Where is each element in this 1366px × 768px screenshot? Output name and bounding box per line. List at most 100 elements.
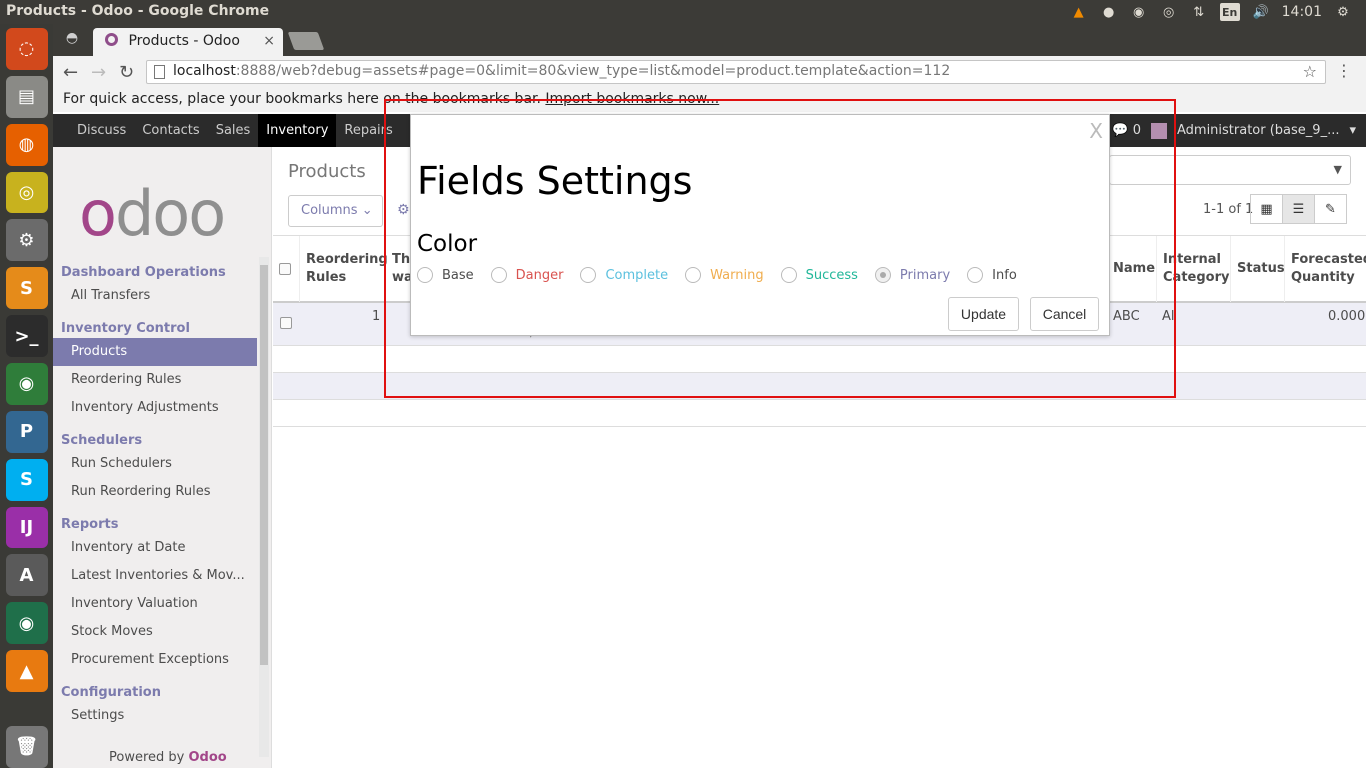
color-option-warning[interactable]: Warning bbox=[685, 267, 764, 283]
browser-tab[interactable]: Products - Odoo × bbox=[93, 28, 283, 56]
user-menu[interactable]: Administrator (base_9_... bbox=[1177, 123, 1339, 138]
select-all-checkbox[interactable] bbox=[279, 263, 291, 275]
ubuntu-dash-icon[interactable]: ◌ bbox=[5, 28, 48, 70]
row-checkbox[interactable] bbox=[280, 317, 292, 329]
list-view-button[interactable]: ☰ bbox=[1282, 194, 1315, 224]
info-tray-icon[interactable]: ● bbox=[1100, 3, 1118, 21]
app-menu-item-discuss[interactable]: Discuss bbox=[69, 114, 134, 147]
column-internal-category[interactable]: Internal Category bbox=[1156, 236, 1230, 302]
intellij-icon[interactable]: IJ bbox=[5, 506, 48, 549]
radio-label: Primary bbox=[899, 267, 951, 283]
chrome-tray-icon[interactable]: ◎ bbox=[1160, 3, 1178, 21]
new-tab-button[interactable] bbox=[287, 32, 325, 50]
column-status[interactable]: Status bbox=[1230, 236, 1285, 302]
column-reordering-rules[interactable]: Reordering Rules bbox=[299, 236, 388, 302]
cancel-button[interactable]: Cancel bbox=[1030, 297, 1099, 331]
settings-icon[interactable]: ⚙ bbox=[5, 219, 48, 262]
radio-button[interactable] bbox=[967, 267, 984, 283]
sidebar-item[interactable]: Inventory at Date bbox=[53, 534, 257, 562]
sidebar-item[interactable]: All Transfers bbox=[53, 282, 257, 310]
network-icon[interactable]: ◉ bbox=[5, 363, 48, 405]
sublime-icon[interactable]: S bbox=[5, 267, 48, 310]
radio-button[interactable] bbox=[685, 267, 702, 283]
user-avatar[interactable] bbox=[1150, 122, 1167, 139]
chevron-down-icon: ⌄ bbox=[361, 203, 373, 218]
app-menu-item-repairs[interactable]: Repairs bbox=[336, 114, 400, 147]
sidebar-section-title[interactable]: Reports bbox=[53, 516, 257, 534]
radio-button[interactable] bbox=[580, 267, 597, 283]
form-view-button[interactable]: ✎ bbox=[1314, 194, 1347, 224]
files-icon[interactable]: ▤ bbox=[5, 75, 48, 118]
powered-brand[interactable]: Odoo bbox=[189, 750, 227, 765]
color-option-info[interactable]: Info bbox=[967, 267, 1017, 283]
software-center-icon[interactable]: A bbox=[5, 554, 48, 597]
transfer-arrows-icon[interactable]: ⇅ bbox=[1190, 3, 1208, 21]
color-option-primary[interactable]: Primary bbox=[874, 267, 951, 283]
back-arrow-icon[interactable]: ← bbox=[63, 62, 78, 83]
radio-button[interactable] bbox=[874, 267, 891, 283]
radio-button[interactable] bbox=[780, 267, 797, 283]
sidebar-item[interactable]: Run Reordering Rules bbox=[53, 478, 257, 506]
app-menu-item-sales[interactable]: Sales bbox=[208, 114, 259, 147]
color-option-success[interactable]: Success bbox=[780, 267, 858, 283]
sidebar-section-title[interactable]: Schedulers bbox=[53, 432, 257, 450]
update-button[interactable]: Update bbox=[948, 297, 1019, 331]
sidebar-scrollbar[interactable] bbox=[259, 257, 269, 757]
color-option-complete[interactable]: Complete bbox=[580, 267, 668, 283]
skype-icon[interactable]: S bbox=[5, 458, 48, 501]
column-forecasted-quantity[interactable]: Forecasted Quantity bbox=[1284, 236, 1366, 302]
sidebar-item[interactable]: Inventory Valuation bbox=[53, 590, 257, 618]
chrome-menu-icon[interactable]: ⋮ bbox=[1336, 61, 1352, 80]
tab-close-icon[interactable]: × bbox=[263, 33, 275, 49]
radio-button[interactable] bbox=[490, 267, 507, 283]
gear-icon[interactable]: ⚙ bbox=[397, 202, 410, 218]
columns-button[interactable]: Columns ⌄ bbox=[288, 195, 383, 227]
kanban-view-button[interactable]: ▦ bbox=[1250, 194, 1283, 224]
odoo-logo[interactable]: odoo bbox=[79, 177, 226, 250]
column-name[interactable]: Name bbox=[1106, 236, 1156, 302]
app-menu-item-inventory[interactable]: Inventory bbox=[258, 114, 337, 147]
sidebar-item[interactable]: Latest Inventories & Mov... bbox=[53, 562, 257, 590]
keyboard-layout-indicator[interactable]: En bbox=[1219, 3, 1240, 21]
color-option-danger[interactable]: Danger bbox=[490, 267, 563, 283]
import-bookmarks-link[interactable]: Import bookmarks now... bbox=[545, 91, 719, 107]
color-option-base[interactable]: Base bbox=[417, 267, 474, 283]
sidebar-item[interactable]: Stock Moves bbox=[53, 618, 257, 646]
sidebar-item[interactable]: Settings bbox=[53, 702, 257, 730]
page-title[interactable]: Products bbox=[288, 161, 366, 182]
volume-icon[interactable]: 🔊 bbox=[1252, 3, 1270, 21]
sidebar-section-title[interactable]: Dashboard Operations bbox=[53, 264, 257, 282]
search-input[interactable]: ▼ bbox=[1109, 155, 1351, 185]
sidebar-item[interactable]: Reordering Rules bbox=[53, 366, 257, 394]
trash-icon[interactable]: 🗑 bbox=[5, 726, 48, 768]
bookmark-star-icon[interactable]: ☆ bbox=[1303, 62, 1317, 81]
firefox-icon[interactable]: ◍ bbox=[5, 123, 48, 166]
reload-icon[interactable]: ↻ bbox=[119, 62, 134, 83]
vlc-tray-icon[interactable]: ▲ bbox=[1070, 3, 1088, 21]
clock[interactable]: 14:01 bbox=[1282, 4, 1322, 20]
search-dropdown-icon[interactable]: ▼ bbox=[1334, 163, 1342, 176]
sidebar-item[interactable]: Products bbox=[53, 338, 257, 366]
close-icon[interactable]: X bbox=[1089, 119, 1103, 143]
user-caret-icon[interactable]: ▾ bbox=[1349, 123, 1356, 138]
terminal-icon[interactable]: >_ bbox=[5, 315, 48, 358]
sidebar-section-title[interactable]: Configuration bbox=[53, 684, 257, 702]
camera-icon[interactable]: ◉ bbox=[5, 602, 48, 645]
forward-arrow-icon[interactable]: → bbox=[91, 62, 106, 83]
sidebar-item[interactable]: Inventory Adjustments bbox=[53, 394, 257, 422]
vlc-launcher-icon[interactable]: ▲ bbox=[5, 650, 48, 693]
messages-icon[interactable]: 💬 0 bbox=[1112, 123, 1141, 138]
chrome-launcher-icon[interactable]: ◎ bbox=[5, 171, 48, 214]
address-bar[interactable]: localhost:8888/web?debug=assets#page=0&l… bbox=[146, 60, 1326, 84]
sidebar-section-title[interactable]: Inventory Control bbox=[53, 320, 257, 338]
network-globe-icon[interactable]: ◉ bbox=[1130, 3, 1148, 21]
pager-value[interactable]: 1-1 of 1 bbox=[1203, 202, 1253, 217]
app-menu-item-contacts[interactable]: Contacts bbox=[134, 114, 207, 147]
sidebar-item[interactable]: Procurement Exceptions bbox=[53, 646, 257, 674]
pgadmin-icon[interactable]: P bbox=[5, 410, 48, 453]
radio-button[interactable] bbox=[417, 267, 433, 283]
page-info-icon[interactable] bbox=[154, 65, 165, 79]
sidebar-item[interactable]: Run Schedulers bbox=[53, 450, 257, 478]
sidebar-scroll-thumb[interactable] bbox=[260, 265, 268, 665]
power-gear-icon[interactable]: ⚙ bbox=[1334, 3, 1352, 21]
